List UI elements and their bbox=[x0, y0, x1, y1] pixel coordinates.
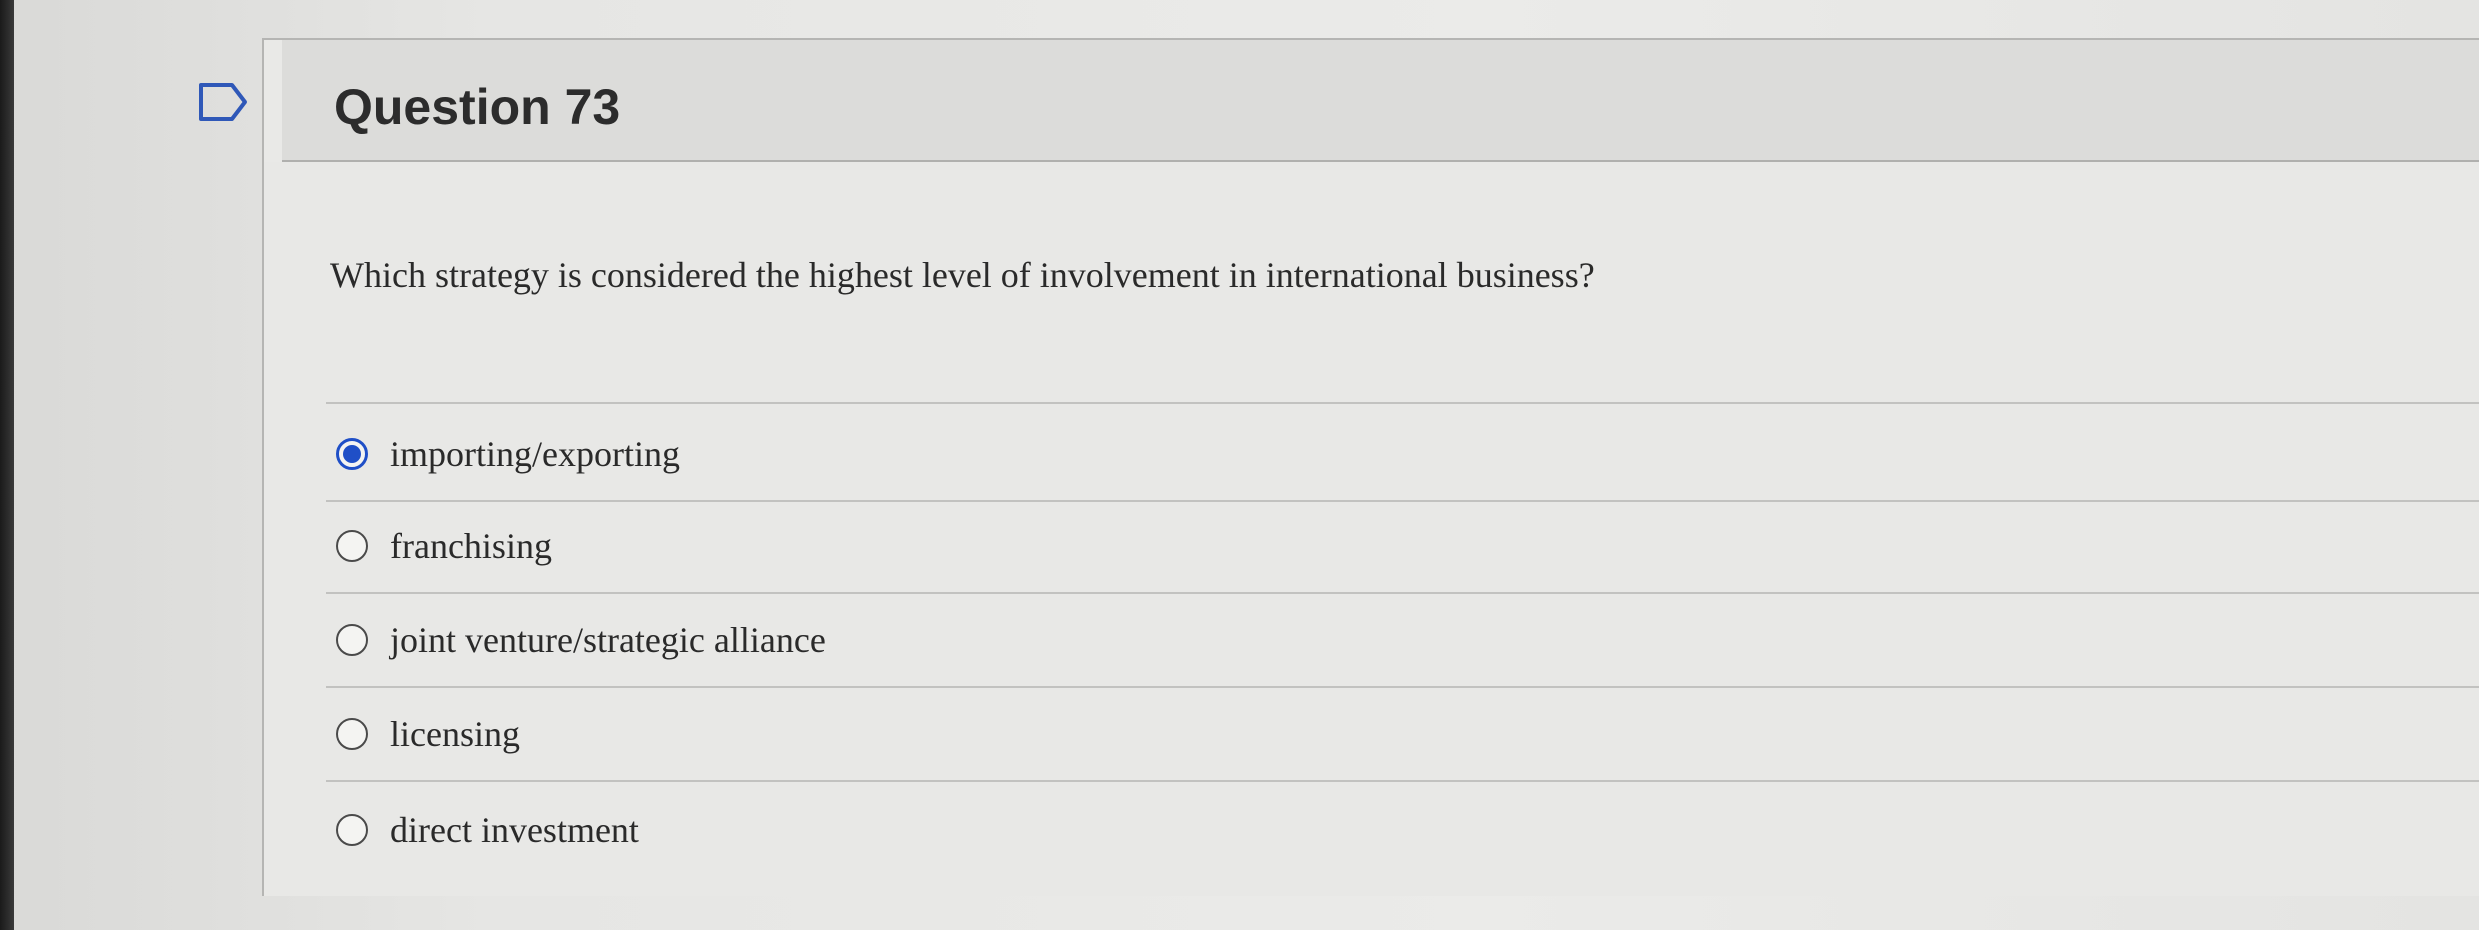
question-text: Which strategy is considered the highest… bbox=[330, 255, 1595, 295]
divider bbox=[326, 500, 2479, 502]
divider bbox=[326, 592, 2479, 594]
answer-label: importing/exporting bbox=[390, 434, 680, 474]
answer-option[interactable]: joint venture/strategic alliance bbox=[336, 612, 826, 668]
radio-button[interactable] bbox=[336, 530, 368, 562]
answer-label: licensing bbox=[390, 714, 520, 754]
answer-label: direct investment bbox=[390, 810, 639, 850]
question-title: Question 73 bbox=[334, 79, 621, 135]
flag-question-icon[interactable] bbox=[198, 82, 248, 122]
radio-button[interactable] bbox=[336, 624, 368, 656]
answer-option[interactable]: franchising bbox=[336, 518, 552, 574]
radio-button-selected[interactable] bbox=[336, 438, 368, 470]
display-bezel bbox=[0, 0, 14, 930]
answer-option[interactable]: direct investment bbox=[336, 802, 639, 858]
question-body: Which strategy is considered the highest… bbox=[264, 162, 2479, 896]
divider bbox=[326, 780, 2479, 782]
answer-option[interactable]: licensing bbox=[336, 706, 520, 762]
answer-label: franchising bbox=[390, 526, 552, 566]
radio-button[interactable] bbox=[336, 814, 368, 846]
answer-label: joint venture/strategic alliance bbox=[390, 620, 826, 660]
radio-button[interactable] bbox=[336, 718, 368, 750]
divider bbox=[326, 686, 2479, 688]
question-card: Question 73 Which strategy is considered… bbox=[262, 38, 2479, 896]
screen: Question 73 Which strategy is considered… bbox=[0, 0, 2479, 930]
answer-option[interactable]: importing/exporting bbox=[336, 426, 680, 482]
divider bbox=[326, 402, 2479, 404]
question-header: Question 73 bbox=[282, 40, 2479, 162]
